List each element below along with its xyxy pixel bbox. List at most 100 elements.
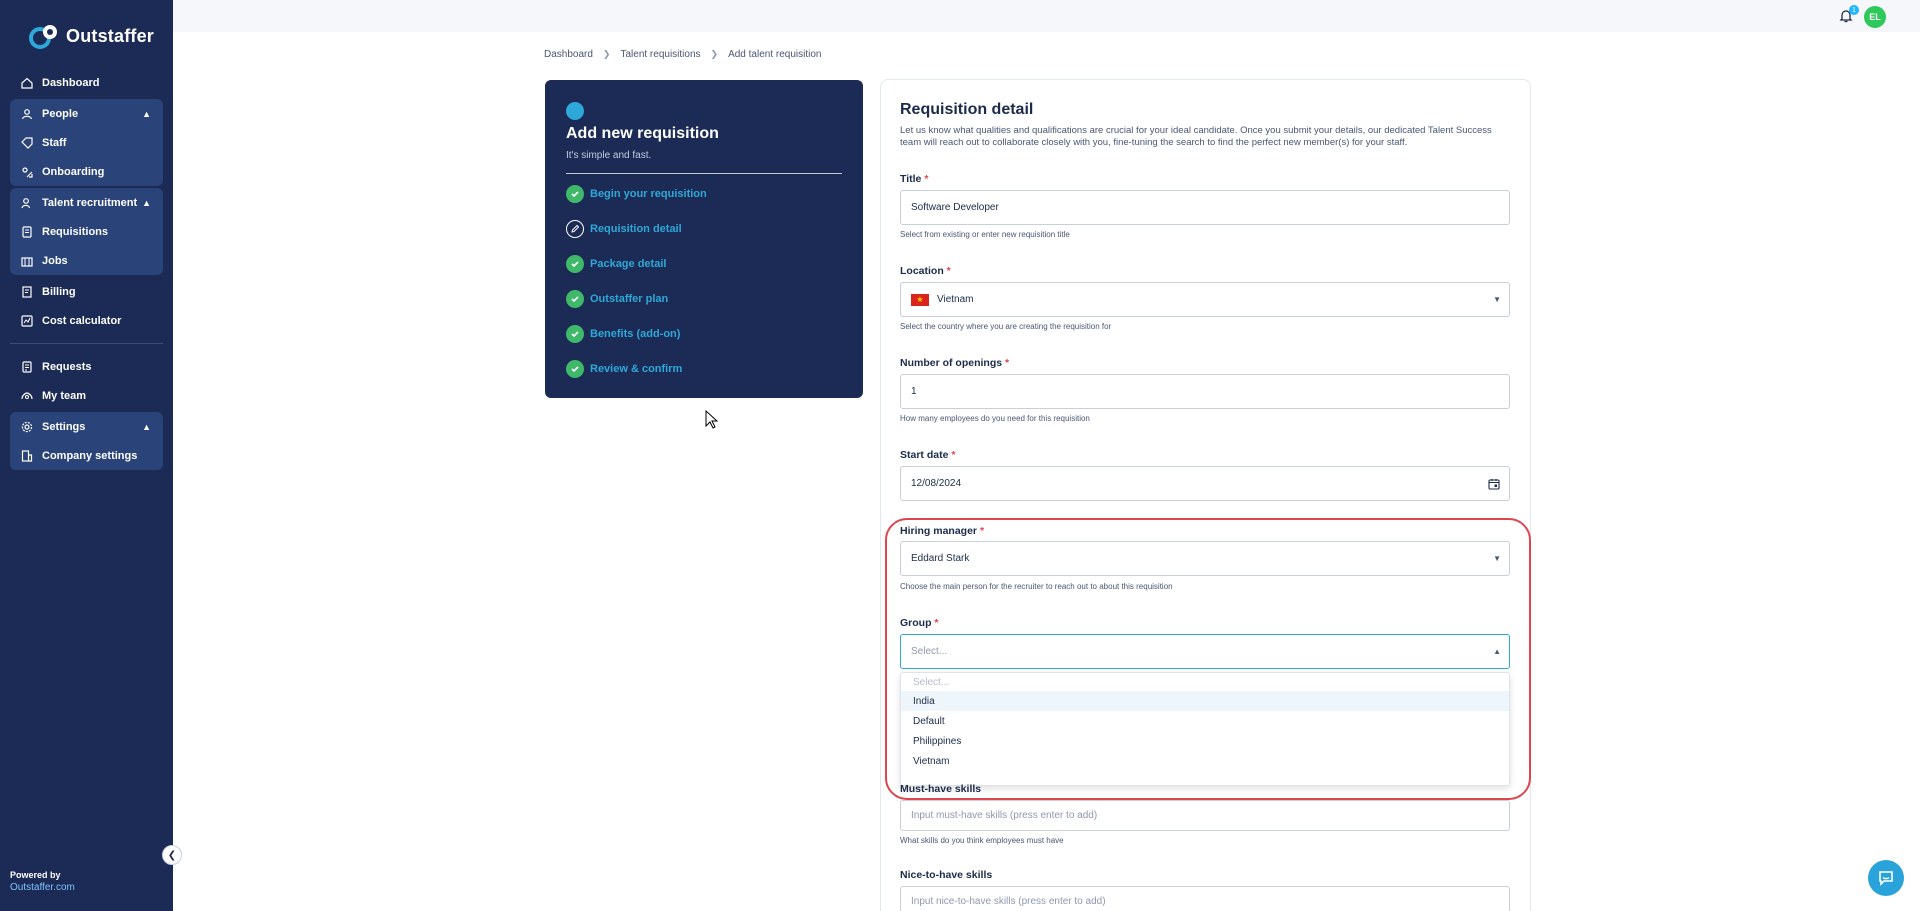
step-package-detail[interactable]: Package detail: [566, 255, 666, 273]
sidebar-item-onboarding[interactable]: Onboarding: [10, 157, 163, 186]
group-option-philippines[interactable]: Philippines: [901, 731, 1509, 751]
must-have-label: Must-have skills: [900, 783, 982, 795]
pencil-icon: [566, 220, 584, 238]
sidebar-item-cost-calculator[interactable]: Cost calculator: [10, 306, 163, 335]
check-icon: [566, 360, 584, 378]
breadcrumb: Dashboard ❯ Talent requisitions ❯ Add ta…: [544, 49, 821, 60]
requisition-badge-icon: [566, 102, 584, 120]
vietnam-flag-icon: ★: [911, 293, 929, 306]
group-label: Group *: [900, 617, 939, 629]
nice-to-have-input[interactable]: Input nice-to-have skills (press enter t…: [900, 886, 1510, 911]
document-icon: [20, 225, 34, 239]
person-icon: [20, 107, 34, 121]
caret-up-icon: ▲: [1493, 647, 1501, 656]
step-benefits[interactable]: Benefits (add-on): [566, 325, 680, 343]
chevron-right-icon: ❯: [710, 49, 719, 59]
location-select[interactable]: ★ Vietnam ▼: [900, 282, 1510, 317]
must-have-input[interactable]: Input must-have skills (press enter to a…: [900, 800, 1510, 831]
breadcrumb-talent-requisitions[interactable]: Talent requisitions: [620, 49, 700, 60]
title-label-text: Title: [900, 173, 922, 185]
logo-mark-icon: [29, 25, 57, 49]
breadcrumb-dashboard[interactable]: Dashboard: [544, 49, 593, 60]
nice-to-have-label: Nice-to-have skills: [900, 869, 993, 881]
step-review-confirm[interactable]: Review & confirm: [566, 360, 682, 378]
sidebar-item-jobs[interactable]: Jobs: [10, 246, 163, 275]
step-label: Begin your requisition: [590, 188, 707, 200]
sidebar-group-talent: Talent recruitment ▲ Requisitions Jobs: [10, 188, 163, 275]
powered-by: Powered by Outstaffer.com: [10, 870, 75, 893]
required-marker: *: [951, 449, 956, 461]
required-marker: *: [1005, 357, 1010, 369]
location-label-text: Location: [900, 265, 944, 277]
sidebar-collapse-button[interactable]: ❮: [162, 845, 182, 865]
sidebar-item-billing[interactable]: Billing: [10, 277, 163, 306]
sidebar-item-label: Onboarding: [42, 165, 105, 178]
building-icon: [20, 254, 34, 268]
mouse-cursor-icon: [705, 410, 719, 429]
group-select[interactable]: Select... ▲: [900, 634, 1510, 669]
steps-card-subtitle: It's simple and fast.: [566, 150, 652, 161]
receipt-icon: [20, 285, 34, 299]
home-icon: [20, 76, 34, 90]
tag-icon: [20, 136, 34, 150]
sidebar-item-label: My team: [42, 389, 87, 402]
sidebar-item-label: People: [42, 107, 79, 120]
sidebar-item-requests[interactable]: Requests: [10, 352, 163, 381]
caret-down-icon: ▼: [1493, 295, 1501, 304]
sidebar-item-requisitions[interactable]: Requisitions: [10, 217, 163, 246]
sidebar-item-talent-recruitment[interactable]: Talent recruitment ▲: [10, 188, 163, 217]
hiring-manager-label: Hiring manager *: [900, 525, 984, 537]
breadcrumb-current: Add talent requisition: [728, 49, 822, 60]
required-marker: *: [934, 617, 939, 629]
chevron-up-icon: ▲: [142, 197, 151, 208]
start-date-field[interactable]: 12/08/2024: [900, 466, 1510, 501]
onboarding-icon: [20, 165, 34, 179]
brand-logo[interactable]: Outstaffer: [28, 22, 154, 50]
must-have-helper: What skills do you think employees must …: [900, 836, 1064, 845]
notification-badge: 1: [1849, 5, 1859, 15]
team-icon: [20, 389, 34, 403]
group-option-vietnam[interactable]: Vietnam: [901, 751, 1509, 771]
step-label: Review & confirm: [590, 363, 683, 375]
steps-card: Add new requisition It's simple and fast…: [545, 80, 863, 398]
sidebar-item-company-settings[interactable]: Company settings: [10, 441, 163, 470]
step-begin[interactable]: Begin your requisition: [566, 185, 707, 203]
avatar[interactable]: EL: [1864, 6, 1886, 28]
title-field-value: Software Developer: [911, 202, 999, 213]
openings-label-text: Number of openings: [900, 357, 1003, 369]
sidebar-item-staff[interactable]: Staff: [10, 128, 163, 157]
sidebar-item-dashboard[interactable]: Dashboard: [10, 68, 163, 97]
step-label: Benefits (add-on): [590, 328, 681, 340]
sidebar-item-my-team[interactable]: My team: [10, 381, 163, 410]
chat-button[interactable]: [1868, 860, 1904, 896]
group-label-text: Group: [900, 617, 932, 629]
hiring-manager-select[interactable]: Eddard Stark ▼: [900, 541, 1510, 576]
calendar-icon[interactable]: [1488, 478, 1500, 490]
sidebar-item-label: Requests: [42, 360, 92, 373]
step-label: Outstaffer plan: [590, 293, 669, 305]
sidebar-item-people[interactable]: People ▲: [10, 99, 163, 128]
sidebar-item-settings[interactable]: Settings ▲: [10, 412, 163, 441]
group-option-india[interactable]: India: [901, 691, 1509, 711]
check-icon: [566, 290, 584, 308]
gear-icon: [20, 420, 34, 434]
title-field[interactable]: Software Developer: [900, 190, 1510, 225]
nice-to-have-placeholder: Input nice-to-have skills (press enter t…: [911, 896, 1106, 907]
powered-by-link[interactable]: Outstaffer.com: [10, 882, 75, 893]
chevron-up-icon: ▲: [142, 108, 151, 119]
sidebar-divider: [10, 343, 163, 344]
group-option-default[interactable]: Default: [901, 711, 1509, 731]
required-marker: *: [979, 525, 985, 537]
openings-field[interactable]: 1: [900, 374, 1510, 409]
sidebar-group-settings: Settings ▲ Company settings: [10, 412, 163, 470]
step-label: Requisition detail: [590, 223, 682, 235]
step-outstaffer-plan[interactable]: Outstaffer plan: [566, 290, 668, 308]
sidebar-item-label: Talent recruitment: [42, 196, 138, 209]
step-requisition-detail[interactable]: Requisition detail: [566, 220, 682, 238]
start-date-label: Start date *: [900, 449, 955, 461]
sidebar-item-label: Requisitions: [42, 225, 109, 238]
sidebar-item-label: Jobs: [42, 254, 68, 267]
hiring-manager-label-text: Hiring manager: [900, 525, 978, 537]
chevron-up-icon: ▲: [142, 421, 151, 432]
chevron-right-icon: ❯: [602, 49, 611, 59]
